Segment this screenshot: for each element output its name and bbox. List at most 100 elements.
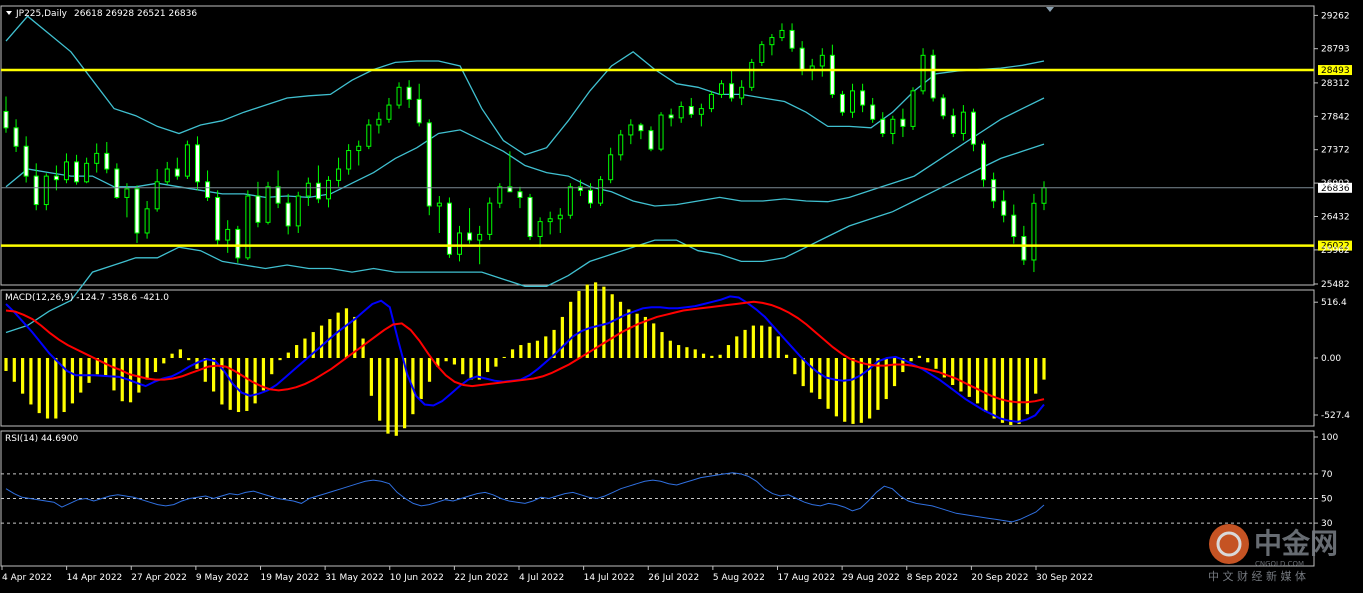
candle	[366, 119, 372, 150]
candle-body	[336, 168, 342, 181]
macd-histogram-bar	[21, 358, 25, 394]
x-tick-label: 20 Sep 2022	[971, 573, 1028, 583]
macd-histogram-bar	[270, 358, 274, 375]
candle	[336, 157, 342, 187]
candle-body	[557, 214, 563, 220]
macd-histogram-bar	[452, 358, 457, 365]
candle-body	[991, 179, 997, 202]
main-symbol-label: JP225,Daily	[15, 9, 68, 19]
candle-body	[960, 111, 966, 134]
macd-histogram-bar	[652, 323, 656, 358]
macd-histogram-bar	[178, 349, 182, 358]
candle-body	[930, 54, 936, 99]
candle-body	[23, 145, 29, 177]
macd-histogram-bar	[253, 358, 257, 404]
candle-body	[174, 168, 180, 177]
candle-body	[880, 118, 886, 134]
macd-line	[5, 295, 1045, 423]
candle	[598, 176, 604, 206]
candle-body	[981, 143, 987, 181]
candle	[386, 97, 392, 123]
macd-histogram-bar	[602, 286, 606, 358]
x-tick-label: 14 Jul 2022	[584, 573, 635, 583]
macd-histogram-bar	[1042, 358, 1046, 380]
x-tick-label: 10 Jun 2022	[390, 573, 444, 583]
macd-histogram-bar	[461, 358, 465, 375]
candle-body	[628, 124, 634, 136]
candle-body	[104, 152, 110, 170]
candle	[789, 23, 795, 52]
candle	[436, 196, 442, 233]
candle-body	[194, 144, 200, 183]
macd-histogram-bar	[510, 349, 515, 358]
candle	[13, 119, 19, 152]
macd-histogram-bar	[303, 338, 307, 358]
macd-histogram-bar	[170, 353, 174, 358]
horizontal-levels[interactable]: 284932602226836	[1, 65, 1352, 252]
candle	[245, 190, 251, 260]
candle	[547, 211, 553, 235]
macd-histogram-bar	[892, 358, 897, 387]
macd-histogram-bar	[784, 354, 789, 358]
macd-histogram-bar	[137, 358, 141, 393]
candle	[1041, 181, 1047, 211]
macd-histogram-bar	[701, 353, 706, 358]
macd-histogram-bar	[884, 358, 888, 400]
macd-histogram-bar	[685, 347, 689, 358]
candle-body	[53, 175, 59, 181]
candle-body	[920, 54, 926, 92]
macd-histogram-bar	[369, 358, 373, 396]
candle	[285, 193, 291, 235]
macd-histogram-bar	[951, 358, 955, 386]
candle-body	[779, 29, 785, 39]
candle-body	[285, 202, 291, 227]
candle-body	[487, 202, 493, 235]
candle-body	[426, 122, 432, 207]
candle-body	[164, 168, 170, 183]
candle-body	[436, 202, 442, 207]
macd-histogram-bar	[469, 358, 473, 380]
macd-histogram-bar	[319, 325, 324, 358]
candle-body	[1031, 202, 1037, 261]
candle	[53, 165, 59, 191]
candle-body	[416, 98, 422, 124]
candle-body	[1011, 214, 1017, 238]
macd-histogram-bar	[826, 358, 830, 409]
macd-histogram-bar	[718, 354, 722, 358]
level-price-label: 28493	[1321, 66, 1350, 76]
candle	[527, 193, 533, 241]
rsi-y-tick-label: 50	[1321, 495, 1333, 505]
shift-marker-icon[interactable]	[1046, 7, 1054, 12]
candle-body	[3, 110, 9, 129]
candle-body	[376, 118, 382, 126]
candle	[426, 119, 432, 216]
candle	[74, 154, 80, 185]
macd-histogram-bar	[486, 358, 490, 373]
symbol-menu-icon[interactable]	[6, 11, 12, 15]
candle	[325, 176, 331, 208]
candle	[346, 144, 352, 175]
macd-histogram-bar	[212, 358, 216, 392]
candle-body	[346, 150, 352, 170]
candle	[950, 108, 956, 138]
candle	[134, 185, 140, 243]
candle-body	[497, 186, 503, 204]
macd-y-tick-label: -527.4	[1321, 411, 1350, 421]
macd-histogram-bar	[37, 358, 41, 414]
macd-histogram-bar	[660, 332, 664, 358]
x-tick-label: 9 May 2022	[196, 573, 249, 583]
macd-histogram-bar	[926, 358, 930, 363]
x-tick-label: 14 Apr 2022	[67, 573, 123, 583]
macd-histogram-bar	[793, 358, 797, 375]
candle-body	[396, 86, 402, 106]
candle-body	[154, 181, 160, 210]
candle	[487, 197, 493, 241]
candle	[628, 119, 634, 145]
macd-histogram-bar	[544, 336, 548, 358]
candle-body	[1041, 187, 1047, 204]
candle	[819, 48, 825, 77]
macd-histogram-bar	[843, 358, 847, 422]
macd-histogram-bar	[776, 336, 780, 358]
candle	[698, 103, 704, 127]
candle	[1001, 190, 1007, 223]
